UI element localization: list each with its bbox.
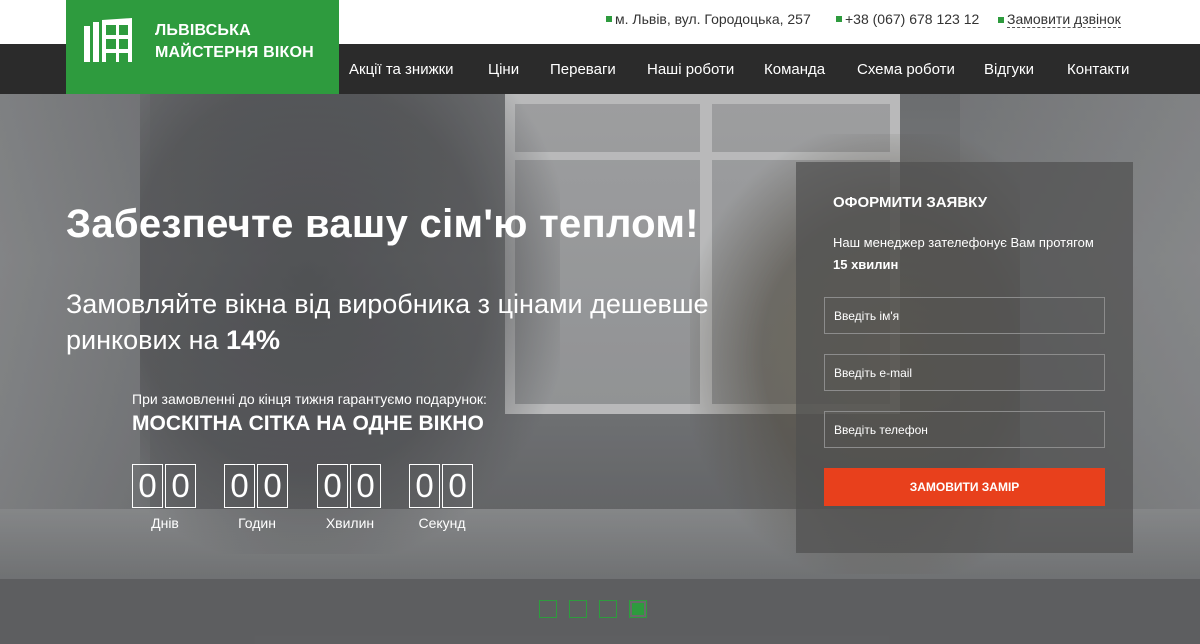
form-title: ОФОРМИТИ ЗАЯВКУ — [833, 194, 988, 211]
countdown-hours: 0 0 Годин — [224, 464, 290, 544]
slider-dot-1[interactable] — [539, 600, 557, 618]
logo-text: ЛЬВІВСЬКА МАЙСТЕРНЯ ВІКОН — [155, 20, 314, 64]
bullet-square-icon — [836, 16, 842, 22]
hero-subtitle: Замовляйте вікна від виробника з цінами … — [66, 286, 766, 358]
order-form: ОФОРМИТИ ЗАЯВКУ Наш менеджер зателефонує… — [796, 162, 1133, 553]
phone[interactable]: +38 (067) 678 123 12 — [836, 11, 979, 27]
hero-slider: Забезпечте вашу сім'ю теплом! Замовляйте… — [0, 94, 1200, 644]
countdown-digit: 0 — [132, 464, 163, 508]
form-description-highlight: 15 хвилин — [833, 257, 899, 272]
logo-line-2: МАЙСТЕРНЯ ВІКОН — [155, 44, 314, 61]
nav-item-prices[interactable]: Ціни — [488, 61, 519, 78]
bullet-square-icon — [998, 16, 1004, 23]
hero-title: Забезпечте вашу сім'ю теплом! — [66, 202, 699, 246]
nav-item-promotions[interactable]: Акції та знижки — [349, 61, 454, 78]
slider-dot-2[interactable] — [569, 600, 587, 618]
countdown-digit: 0 — [350, 464, 381, 508]
countdown-label: Днів — [151, 515, 179, 531]
logo-line-1: ЛЬВІВСЬКА — [155, 22, 251, 39]
building-icon — [84, 18, 132, 62]
slider-dot-3[interactable] — [599, 600, 617, 618]
slider-pagination — [539, 600, 647, 618]
address: м. Львів, вул. Городоцька, 257 — [606, 11, 811, 27]
countdown-days: 0 0 Днів — [132, 464, 198, 544]
nav-item-work-scheme[interactable]: Схема роботи — [857, 61, 955, 78]
nav-item-team[interactable]: Команда — [764, 61, 825, 78]
countdown-minutes: 0 0 Хвилин — [317, 464, 383, 544]
order-measurement-button[interactable]: ЗАМОВИТИ ЗАМІР — [824, 468, 1105, 506]
bullet-square-icon — [606, 16, 612, 22]
countdown-digit: 0 — [257, 464, 288, 508]
callback-link[interactable]: Замовити дзвінок — [998, 11, 1121, 28]
countdown-digit: 0 — [317, 464, 348, 508]
hero-subtitle-text: Замовляйте вікна від виробника з цінами … — [66, 289, 709, 355]
logo[interactable]: ЛЬВІВСЬКА МАЙСТЕРНЯ ВІКОН — [66, 0, 339, 94]
hero-subtitle-highlight: 14% — [226, 325, 281, 355]
phone-input[interactable] — [824, 411, 1105, 448]
name-input[interactable] — [824, 297, 1105, 334]
callback-text[interactable]: Замовити дзвінок — [1007, 11, 1121, 28]
slider-dot-4[interactable] — [629, 600, 647, 618]
phone-text[interactable]: +38 (067) 678 123 12 — [845, 11, 979, 27]
countdown-digit: 0 — [442, 464, 473, 508]
nav-item-contacts[interactable]: Контакти — [1067, 61, 1129, 78]
countdown-digit: 0 — [409, 464, 440, 508]
countdown-label: Годин — [238, 515, 276, 531]
nav-item-our-works[interactable]: Наші роботи — [647, 61, 734, 78]
gift-title: МОСКІТНА СІТКА НА ОДНЕ ВІКНО — [132, 412, 484, 435]
nav-item-reviews[interactable]: Відгуки — [984, 61, 1034, 78]
gift-note: При замовленні до кінця тижня гарантуємо… — [132, 391, 487, 407]
countdown-digit: 0 — [224, 464, 255, 508]
email-input[interactable] — [824, 354, 1105, 391]
countdown-label: Хвилин — [325, 515, 375, 531]
countdown-seconds: 0 0 Секунд — [409, 464, 475, 544]
nav-item-advantages[interactable]: Переваги — [550, 61, 616, 78]
address-text: м. Львів, вул. Городоцька, 257 — [615, 11, 811, 27]
form-description: Наш менеджер зателефонує Вам протягом 15… — [833, 232, 1103, 276]
form-description-text: Наш менеджер зателефонує Вам протягом — [833, 235, 1094, 250]
countdown-label: Секунд — [418, 515, 466, 531]
countdown-digit: 0 — [165, 464, 196, 508]
